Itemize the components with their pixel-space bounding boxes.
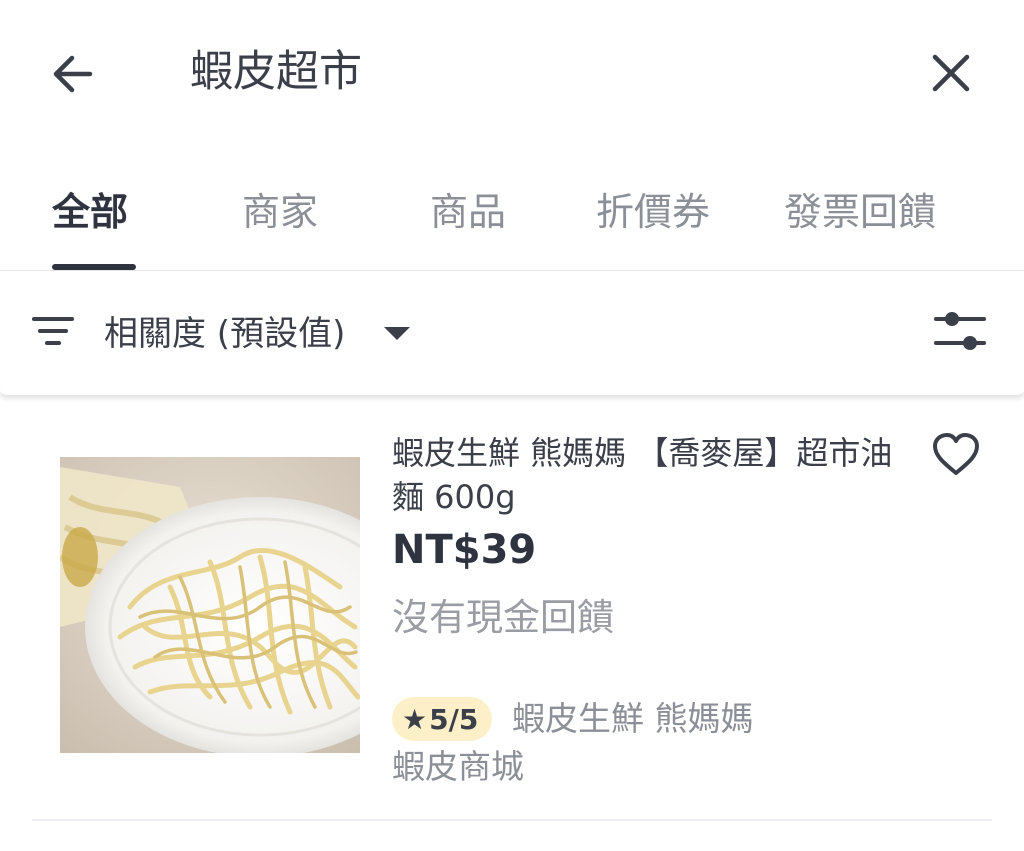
heart-outline-icon[interactable] — [930, 431, 982, 479]
sliders-icon[interactable] — [932, 307, 988, 357]
rating-value: 5/5 — [429, 702, 479, 736]
shop-name[interactable]: 蝦皮生鮮 熊媽媽 — [512, 693, 754, 745]
product-title[interactable]: 蝦皮生鮮 熊媽媽 【喬麥屋】超市油麵 600g — [392, 431, 912, 519]
tab-shops[interactable]: 商家 — [242, 182, 318, 242]
close-icon — [932, 54, 970, 92]
tab-products[interactable]: 商品 — [430, 182, 506, 242]
close-button[interactable] — [920, 42, 982, 104]
tab-invoice-cashback[interactable]: 發票回饋 — [784, 182, 936, 242]
search-query-text[interactable]: 蝦皮超市 — [190, 42, 362, 102]
back-button[interactable] — [42, 44, 102, 104]
product-image[interactable] — [60, 457, 360, 753]
search-header: 蝦皮超市 — [0, 0, 1024, 145]
mall-label: 蝦皮商城 — [392, 747, 524, 786]
product-card[interactable]: 蝦皮生鮮 熊媽媽 【喬麥屋】超市油麵 600g NT$39 沒有現金回饋 ★ 5… — [0, 395, 1024, 819]
star-icon: ★ — [402, 702, 428, 736]
caret-down-icon[interactable] — [384, 327, 410, 340]
arrow-left-icon — [53, 55, 93, 93]
sort-dropdown-label[interactable]: 相關度 (預設值) — [104, 309, 345, 359]
tab-all[interactable]: 全部 — [52, 182, 128, 242]
sort-bar: 相關度 (預設值) — [0, 270, 1024, 396]
product-price: NT$39 — [392, 527, 537, 573]
search-tabs: 全部 商家 商品 折價券 發票回饋 — [0, 160, 1024, 270]
noodle-photo — [60, 457, 360, 753]
tab-coupons[interactable]: 折價券 — [596, 182, 710, 242]
sort-lines-icon[interactable] — [30, 311, 76, 351]
list-divider — [32, 819, 992, 821]
rating-badge: ★ 5/5 — [392, 697, 493, 741]
cashback-info: 沒有現金回饋 — [392, 596, 614, 639]
